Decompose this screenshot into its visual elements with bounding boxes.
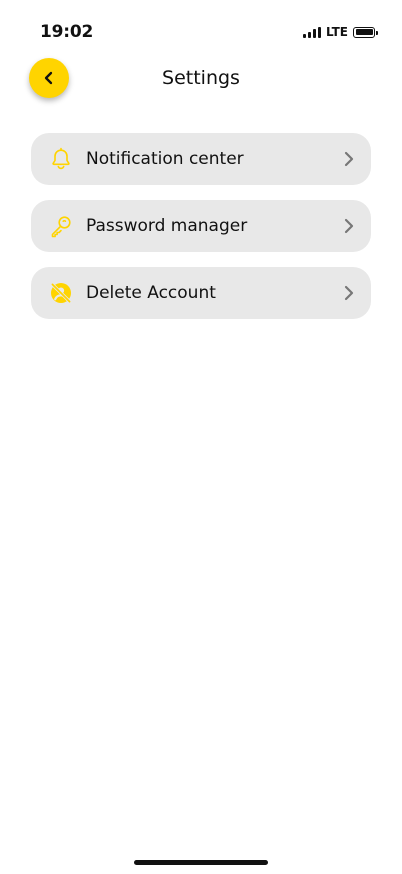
home-indicator[interactable] <box>134 860 268 865</box>
network-type-label: LTE <box>325 25 348 39</box>
delete-account-icon <box>50 282 72 304</box>
menu-item-delete-account[interactable]: Delete Account <box>31 267 371 319</box>
page-title: Settings <box>162 67 240 89</box>
status-bar: 19:02 LTE <box>0 0 402 62</box>
bell-icon <box>52 147 70 170</box>
battery-icon <box>353 26 378 38</box>
chevron-right-icon <box>344 285 354 301</box>
signal-strength-icon <box>302 26 321 38</box>
chevron-right-icon <box>344 151 354 167</box>
menu-item-password-manager[interactable]: Password manager <box>31 200 371 252</box>
status-indicators: LTE <box>302 24 378 40</box>
settings-menu: Notification center Password manager Del… <box>31 133 371 334</box>
status-time: 19:02 <box>40 22 94 42</box>
menu-item-notification-center[interactable]: Notification center <box>31 133 371 185</box>
menu-item-label: Password manager <box>86 216 248 236</box>
menu-item-label: Delete Account <box>86 283 216 303</box>
menu-item-label: Notification center <box>86 149 244 169</box>
key-icon <box>51 216 71 238</box>
chevron-right-icon <box>344 218 354 234</box>
